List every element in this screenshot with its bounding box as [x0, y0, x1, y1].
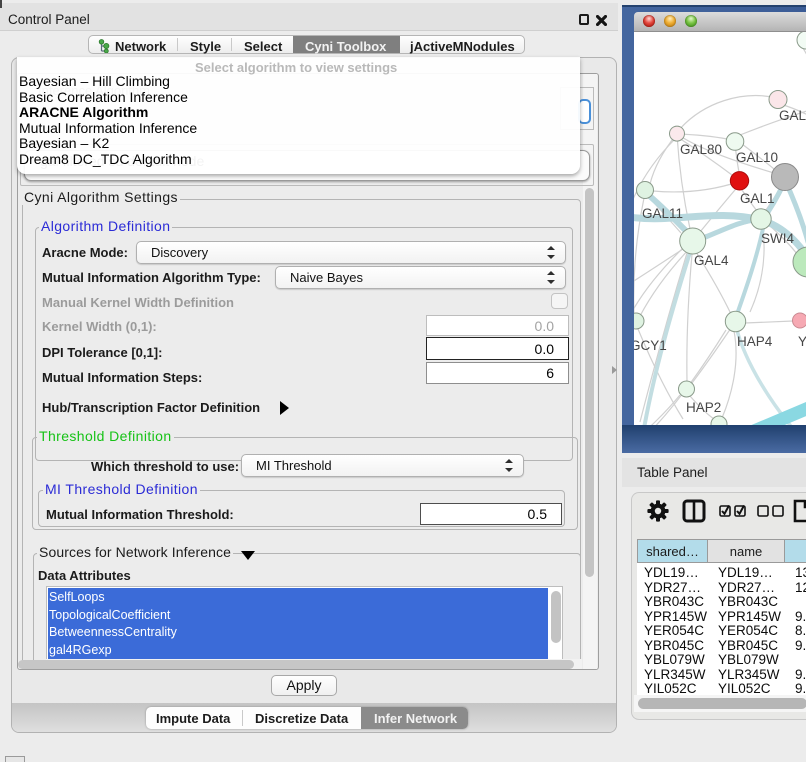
svg-text:GCY1: GCY1 — [634, 338, 667, 353]
svg-text:GAL80: GAL80 — [680, 142, 722, 157]
svg-text:HAP4: HAP4 — [737, 334, 773, 349]
svg-text:GAL7: GAL7 — [779, 108, 806, 123]
svg-text:Y: Y — [798, 334, 806, 349]
svg-text:SWI4: SWI4 — [761, 231, 794, 246]
svg-text:GAL4: GAL4 — [694, 253, 729, 268]
svg-text:HAP2: HAP2 — [686, 400, 721, 415]
svg-text:GAL11: GAL11 — [642, 206, 683, 221]
svg-text:GAL10: GAL10 — [736, 150, 778, 165]
svg-text:GAL1: GAL1 — [740, 191, 775, 206]
